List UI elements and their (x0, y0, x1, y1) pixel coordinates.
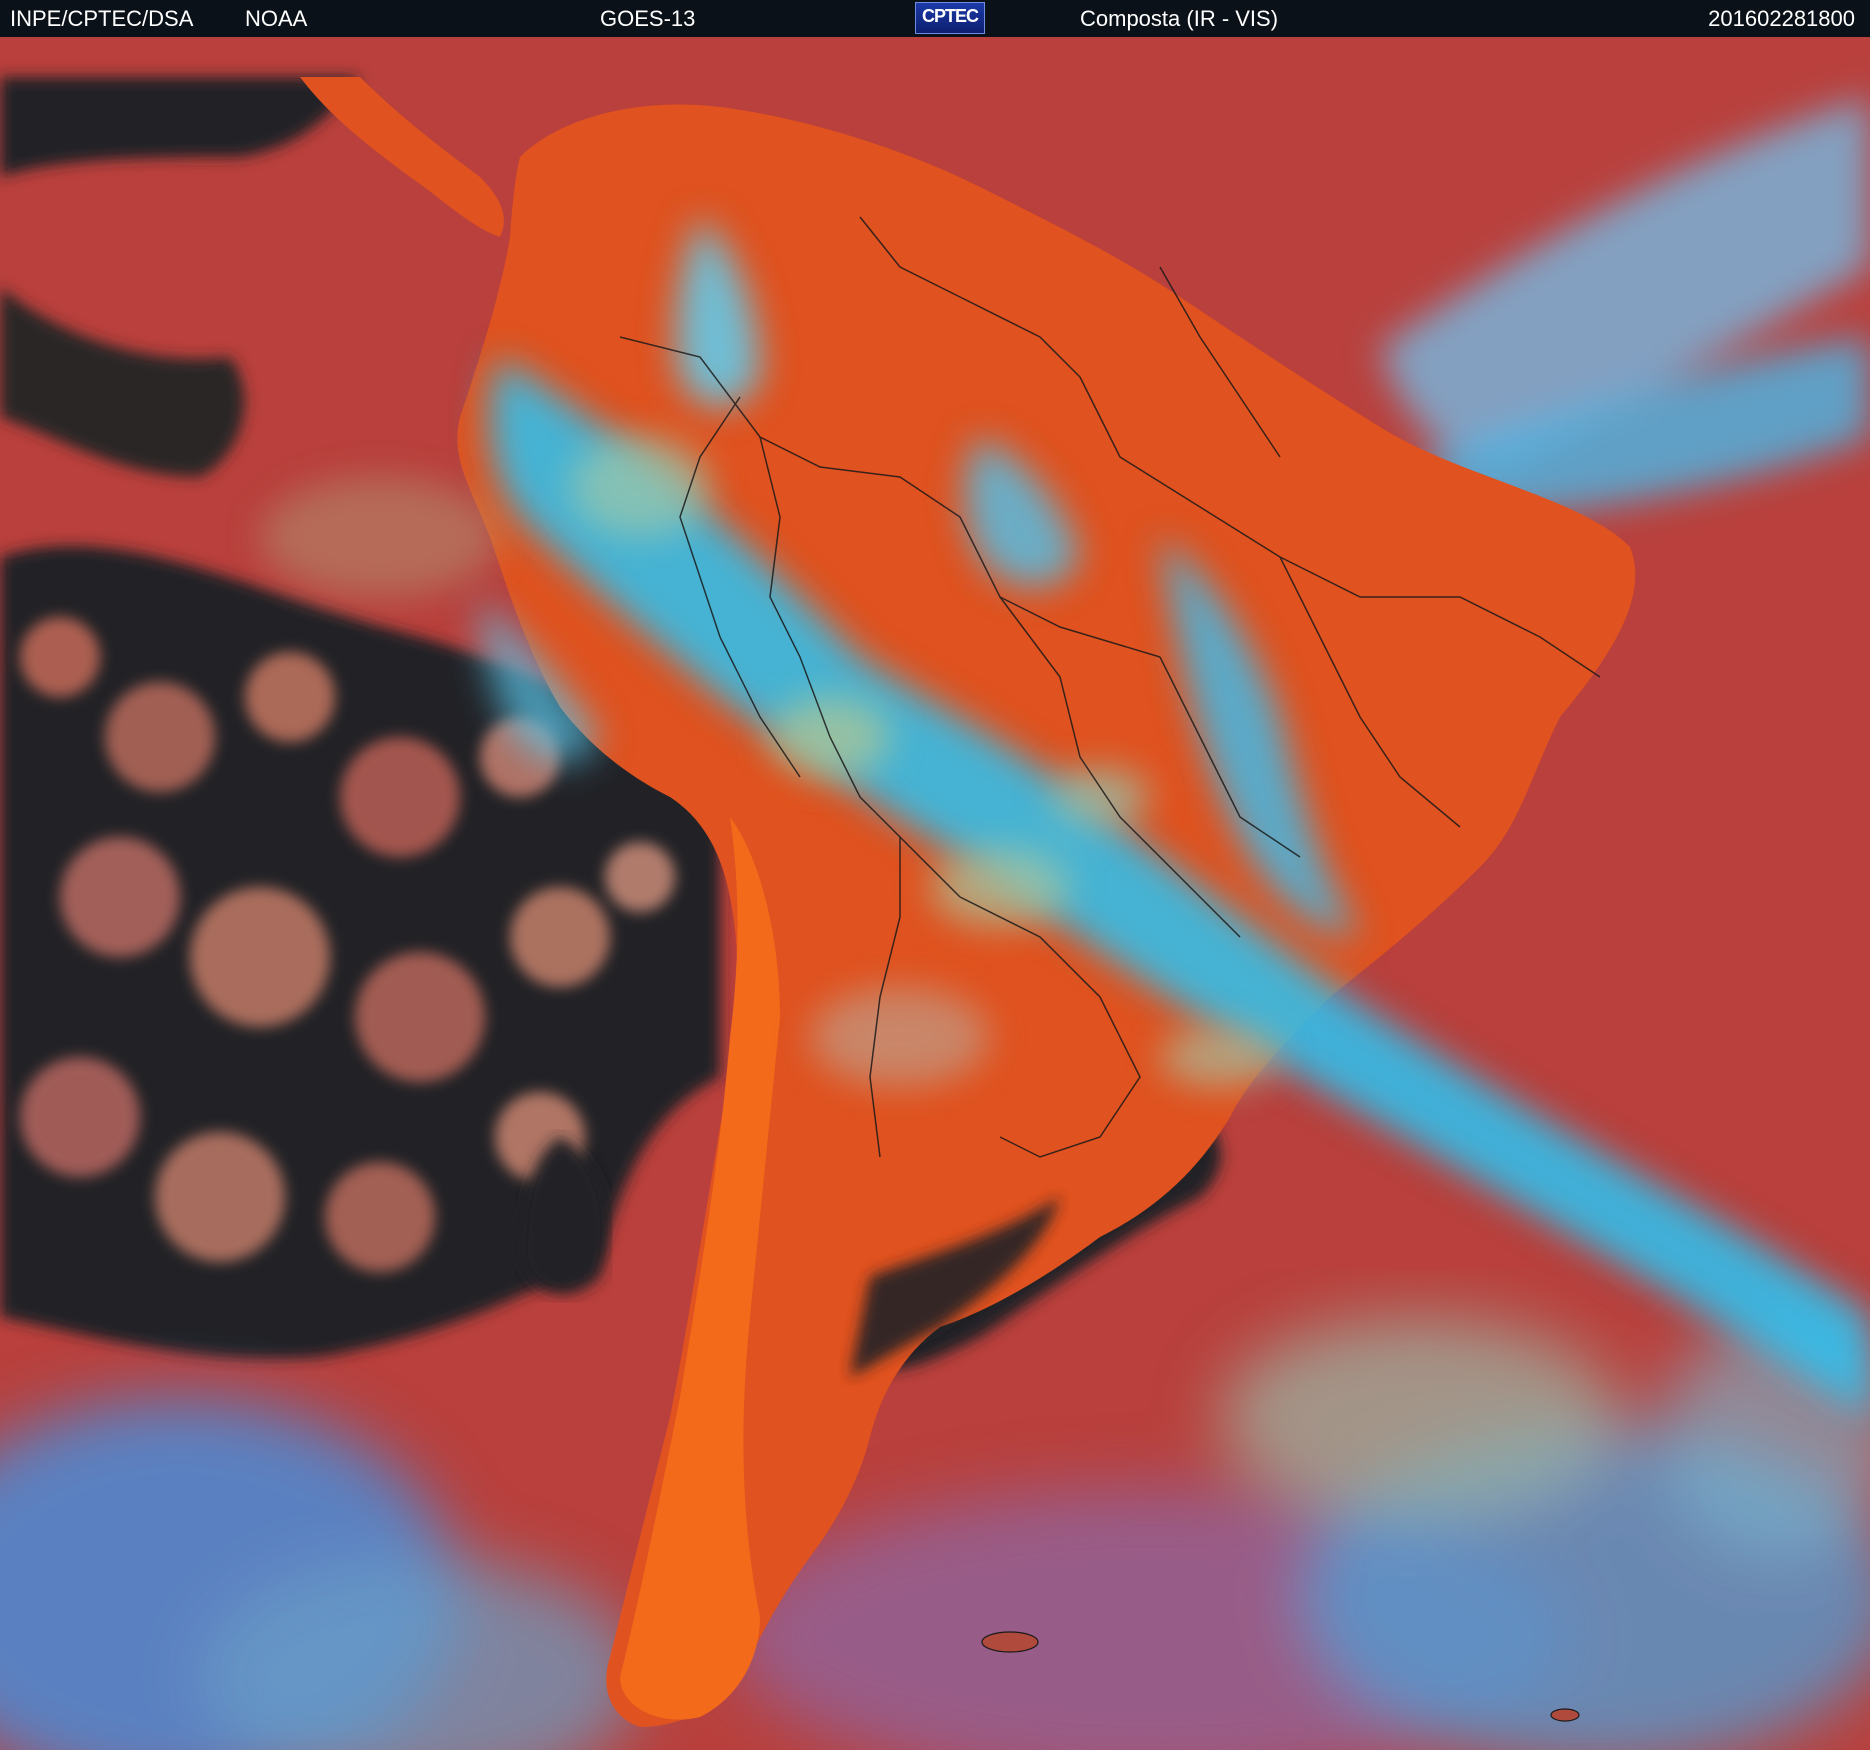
timestamp-label: 201602281800 (1708, 6, 1855, 31)
product-label: Composta (IR - VIS) (1080, 6, 1279, 31)
agency-label: NOAA (245, 6, 308, 31)
cptec-logo: CPTEC (915, 2, 985, 34)
header-bar: INPE/CPTEC/DSA NOAA GOES-13 CPTEC Compos… (0, 0, 1870, 37)
satellite-label: GOES-13 (600, 6, 696, 31)
satellite-image (0, 37, 1870, 1750)
source-label: INPE/CPTEC/DSA (10, 6, 194, 31)
